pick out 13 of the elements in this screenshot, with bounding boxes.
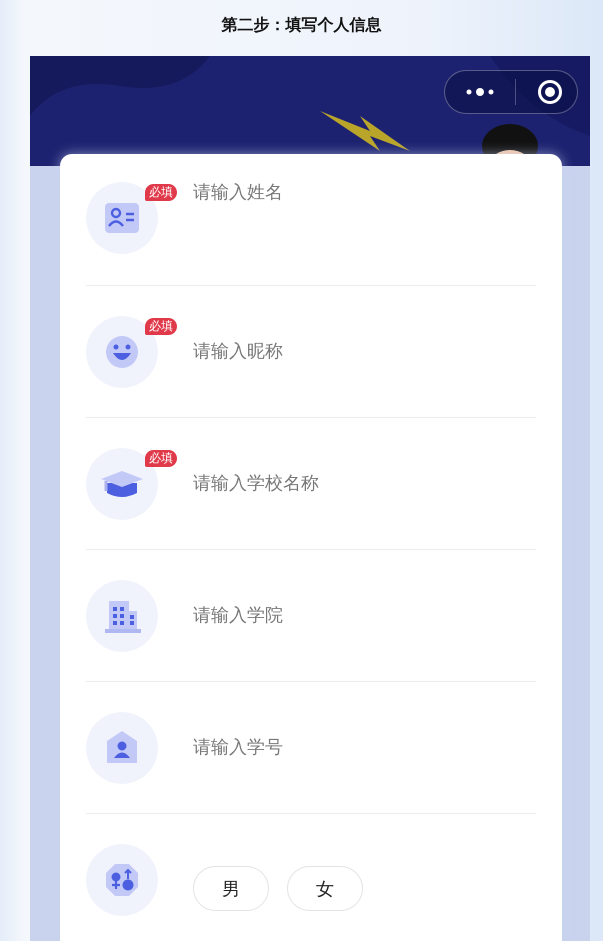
input-field[interactable]: 请输入学号: [193, 737, 523, 758]
input-field[interactable]: 请输入姓名: [193, 182, 523, 203]
required-badge: 必填: [145, 318, 177, 334]
input-field[interactable]: 请输入学院: [193, 605, 523, 626]
input-field[interactable]: 请输入昵称: [193, 341, 523, 362]
gender-option[interactable]: 女: [287, 866, 363, 911]
input-field[interactable]: 请输入学校名称: [193, 473, 523, 494]
required-badge: 必填: [145, 184, 177, 201]
close-icon[interactable]: [537, 79, 563, 105]
more-icon[interactable]: [464, 87, 496, 97]
required-badge: 必填: [145, 450, 177, 466]
gender-option[interactable]: 男: [193, 866, 269, 911]
page-title: 第二步：填写个人信息: [222, 14, 382, 36]
